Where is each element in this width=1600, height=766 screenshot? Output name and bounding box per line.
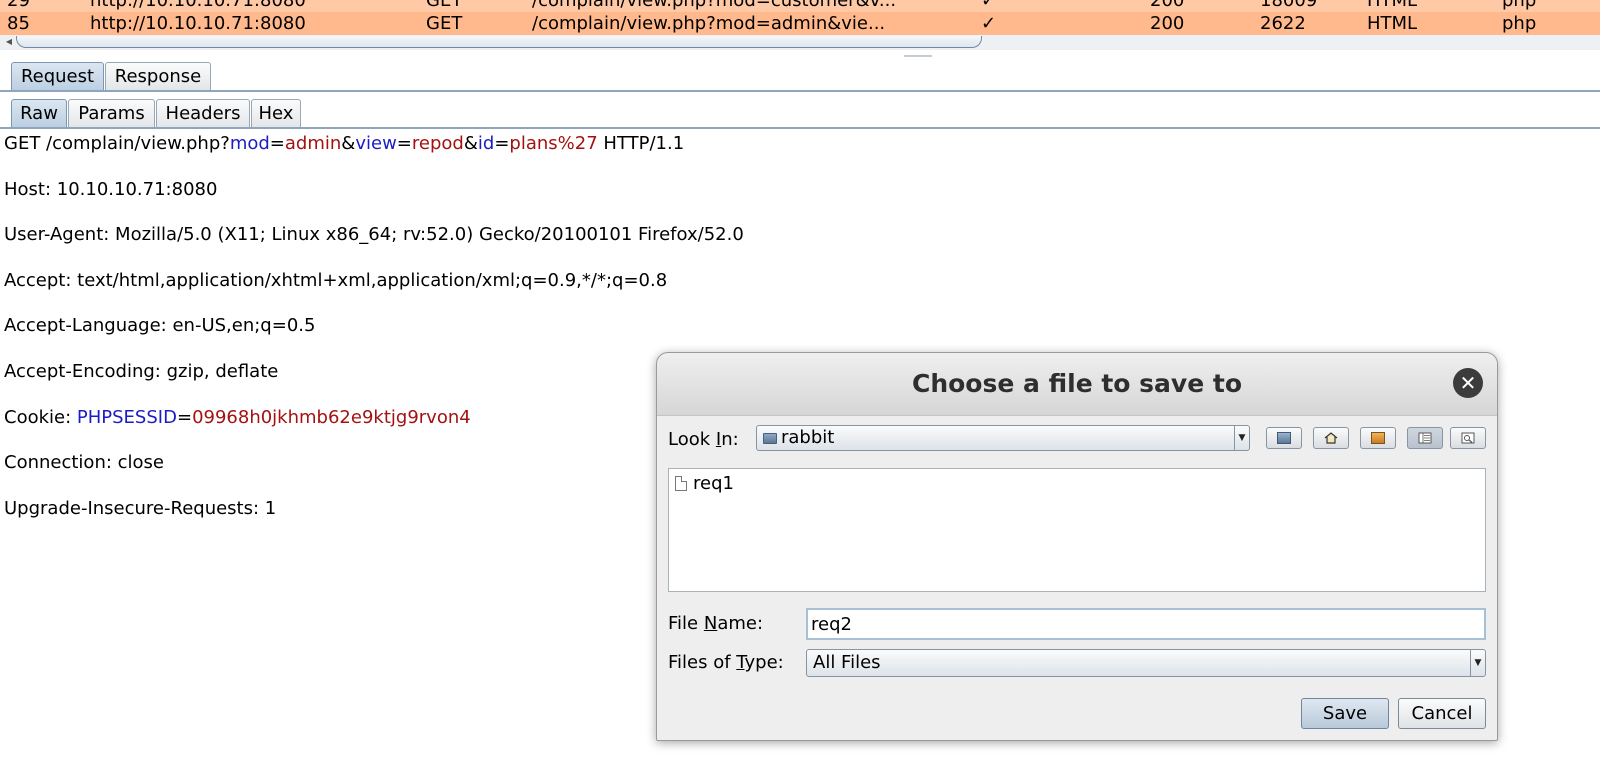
row-url: /complain/view.php?mod=admin&vie... xyxy=(532,13,886,34)
row-extension: php xyxy=(1502,0,1537,11)
files-of-type-combo[interactable]: All Files ▼ xyxy=(806,649,1486,677)
splitter-handle[interactable] xyxy=(904,55,932,57)
row-length: 2622 xyxy=(1260,13,1306,34)
row-method: GET xyxy=(426,13,463,34)
tab-headers[interactable]: Headers xyxy=(156,99,250,127)
tab-raw[interactable]: Raw xyxy=(11,99,67,127)
look-in-label: Look In: xyxy=(668,429,739,450)
tab-response[interactable]: Response xyxy=(105,62,211,90)
horizontal-scrollbar[interactable]: ◀ xyxy=(0,35,1600,50)
header-accept-language: Accept-Language: en-US,en;q=0.5 xyxy=(4,315,316,337)
cancel-button[interactable]: Cancel xyxy=(1398,698,1486,729)
save-button[interactable]: Save xyxy=(1301,698,1389,729)
new-folder-icon xyxy=(1371,432,1385,444)
row-params-check: ✓ xyxy=(981,13,997,34)
row-status: 200 xyxy=(1150,13,1185,34)
files-of-type-value: All Files xyxy=(813,652,881,673)
look-in-value: rabbit xyxy=(781,427,835,448)
request-line: GET /complain/view.php?mod=admin&view=re… xyxy=(4,133,685,154)
row-length: 18009 xyxy=(1260,0,1318,11)
chevron-down-icon[interactable]: ▼ xyxy=(1234,426,1249,450)
file-list[interactable]: req1 xyxy=(668,468,1486,592)
list-view-button[interactable] xyxy=(1407,427,1443,449)
history-row-85[interactable]: 85 http://10.10.10.71:8080 GET /complain… xyxy=(0,12,1600,35)
row-url: /complain/view.php?mod=customer&v... xyxy=(532,0,897,11)
up-one-level-button[interactable] xyxy=(1266,427,1302,449)
row-extension: php xyxy=(1502,13,1537,34)
tab-params[interactable]: Params xyxy=(68,99,155,127)
chevron-down-icon[interactable]: ▼ xyxy=(1470,650,1485,676)
header-accept: Accept: text/html,application/xhtml+xml,… xyxy=(4,269,668,291)
dialog-title: Choose a file to save to xyxy=(657,353,1497,416)
subtab-divider xyxy=(0,127,1600,129)
history-row-29[interactable]: 29 http://10.10.10.71:8080 GET /complain… xyxy=(0,0,1600,12)
header-connection: Connection: close xyxy=(4,452,164,474)
header-cookie: Cookie: PHPSESSID=09968h0jkhmb62e9ktjg9r… xyxy=(4,406,471,428)
look-in-combo[interactable]: rabbit ▼ xyxy=(756,425,1250,451)
tab-request[interactable]: Request xyxy=(11,62,104,90)
raw-request-editor[interactable]: GET /complain/view.php?mod=admin&view=re… xyxy=(4,133,744,521)
home-icon xyxy=(1324,432,1338,444)
row-mime: HTML xyxy=(1367,0,1418,11)
new-folder-button[interactable] xyxy=(1360,427,1396,449)
header-upgrade-insecure: Upgrade-Insecure-Requests: 1 xyxy=(4,497,277,519)
header-accept-encoding: Accept-Encoding: gzip, deflate xyxy=(4,360,279,382)
folder-icon xyxy=(763,433,777,444)
file-name-label: File Name: xyxy=(668,613,764,634)
header-host: Host: 10.10.10.71:8080 xyxy=(4,178,218,200)
tab-hex[interactable]: Hex xyxy=(251,99,301,127)
row-mime: HTML xyxy=(1367,13,1418,34)
close-icon[interactable]: ✕ xyxy=(1453,368,1483,398)
header-user-agent: User-Agent: Mozilla/5.0 (X11; Linux x86_… xyxy=(4,224,744,246)
home-button[interactable] xyxy=(1313,427,1349,449)
row-status: 200 xyxy=(1150,0,1185,11)
file-item-name: req1 xyxy=(693,473,734,494)
scrollbar-thumb[interactable] xyxy=(16,36,982,48)
row-number: 29 xyxy=(7,0,30,11)
details-view-icon xyxy=(1461,432,1475,444)
scroll-left-arrow-icon[interactable]: ◀ xyxy=(2,35,16,49)
row-method: GET xyxy=(426,0,463,11)
row-params-check: ✓ xyxy=(981,0,997,11)
folder-up-icon xyxy=(1277,432,1291,444)
row-host: http://10.10.10.71:8080 xyxy=(90,0,306,11)
files-of-type-label: Files of Type: xyxy=(668,652,784,673)
list-view-icon xyxy=(1418,432,1432,444)
row-number: 85 xyxy=(7,13,30,34)
file-name-input[interactable] xyxy=(806,608,1486,640)
row-host: http://10.10.10.71:8080 xyxy=(90,13,306,34)
file-icon xyxy=(675,476,687,491)
details-view-button[interactable] xyxy=(1450,427,1486,449)
tab-divider xyxy=(0,90,1600,92)
